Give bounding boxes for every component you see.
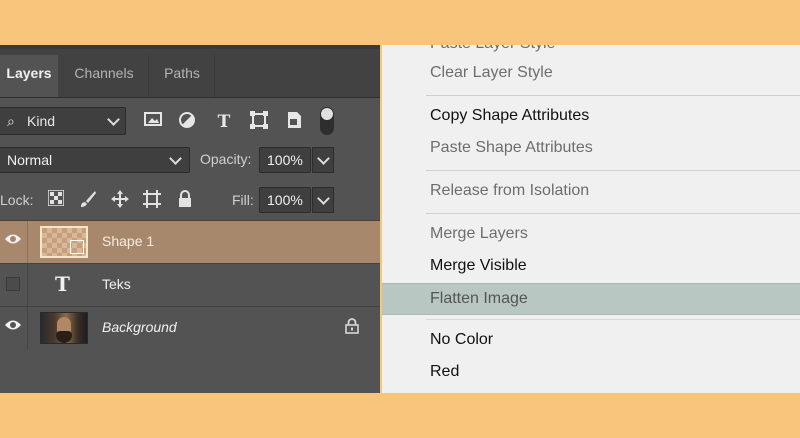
menu-separator [426, 319, 800, 320]
chevron-down-icon [169, 152, 182, 165]
layer-row-shape-1[interactable]: Shape 1 [0, 220, 380, 263]
visibility-checkbox[interactable] [6, 277, 20, 291]
layer-row-background[interactable]: Background [0, 306, 380, 349]
fill-label: Fill: [232, 192, 254, 208]
chevron-down-icon [317, 192, 330, 205]
opacity-dropdown-button[interactable] [312, 147, 334, 173]
filter-toggle[interactable] [320, 107, 334, 135]
blend-mode-select[interactable]: Normal [0, 147, 190, 173]
menu-item-label: Release from Isolation [430, 182, 590, 199]
visibility-divider [27, 221, 28, 263]
context-menu: Paste Layer Style Clear Layer Style Copy… [382, 45, 800, 393]
menu-item-paste-shape-attributes[interactable]: Paste Shape Attributes [382, 133, 800, 165]
menu-item-label: Merge Visible [430, 257, 527, 274]
lock-all-icon[interactable] [175, 190, 195, 210]
tab-layers[interactable]: Layers [0, 55, 58, 97]
shape-layer-filter-icon[interactable] [248, 111, 270, 133]
menu-separator [426, 95, 800, 96]
fill-input[interactable]: 100% [259, 187, 311, 213]
menu-item-copy-shape-attributes[interactable]: Copy Shape Attributes [382, 101, 800, 133]
screenshot: Layers Channels Paths ⌕ Kind T Normal Op… [0, 45, 800, 393]
type-layer-icon: T [55, 272, 70, 296]
menu-item-flatten-image[interactable]: Flatten Image [382, 283, 800, 315]
kind-filter-select[interactable]: ⌕ Kind [0, 107, 126, 135]
layer-name: Shape 1 [102, 233, 155, 249]
tab-paths[interactable]: Paths [150, 55, 215, 97]
menu-item-merge-visible[interactable]: Merge Visible [382, 251, 800, 283]
layer-name: Background [102, 319, 177, 335]
visibility-divider [27, 307, 28, 349]
menu-item-label: No Color [430, 331, 494, 348]
opacity-value: 100% [267, 152, 303, 168]
menu-item-clear-layer-style[interactable]: Clear Layer Style [382, 58, 800, 90]
smart-object-filter-icon[interactable] [283, 111, 305, 133]
layers-panel: Layers Channels Paths ⌕ Kind T Normal Op… [0, 45, 380, 393]
layers-list: Shape 1 T Teks Background [0, 220, 380, 349]
panel-tab-bar: Layers Channels Paths [0, 45, 380, 98]
blend-row: Normal Opacity: 100% [0, 145, 380, 175]
menu-item-label: Merge Layers [430, 225, 528, 242]
menu-separator [426, 170, 800, 171]
lock-transparent-pixels-icon[interactable] [46, 189, 66, 210]
blend-mode-value: Normal [7, 152, 53, 168]
lock-artboard-icon[interactable] [142, 190, 162, 210]
menu-item-red[interactable]: Red [382, 357, 800, 389]
search-icon: ⌕ [7, 113, 15, 129]
menu-item-label: Red [430, 363, 460, 380]
pixel-layer-filter-icon[interactable] [142, 111, 164, 133]
lock-label: Lock: [0, 192, 34, 208]
visibility-divider [27, 264, 28, 306]
layer-name: Teks [102, 276, 131, 292]
photo-beard [56, 331, 72, 343]
layer-row-teks[interactable]: T Teks [0, 263, 380, 306]
menu-item-release-from-isolation[interactable]: Release from Isolation [382, 176, 800, 208]
opacity-label: Opacity: [200, 151, 252, 167]
eye-icon[interactable] [3, 317, 23, 337]
type-layer-filter-icon[interactable]: T [213, 111, 235, 133]
opacity-input[interactable]: 100% [259, 147, 311, 173]
fill-dropdown-button[interactable] [312, 187, 334, 213]
layer-filter-row: ⌕ Kind T [0, 105, 380, 139]
fill-value: 100% [267, 192, 303, 208]
menu-item-no-color[interactable]: No Color [382, 325, 800, 357]
menu-item-label: Paste Shape Attributes [430, 139, 593, 156]
eye-icon[interactable] [3, 231, 23, 251]
lock-position-icon[interactable] [110, 190, 130, 210]
menu-item-label: Copy Shape Attributes [430, 107, 590, 124]
menu-separator [426, 213, 800, 214]
lock-image-pixels-icon[interactable] [78, 190, 98, 210]
menu-item-label: Paste Layer Style [430, 45, 555, 53]
chevron-down-icon [107, 113, 120, 126]
kind-filter-label: Kind [27, 113, 56, 129]
shape-layer-thumbnail [40, 226, 88, 258]
chevron-down-icon [317, 152, 330, 165]
vector-mask-icon [70, 240, 84, 254]
background-photo-thumbnail [40, 312, 88, 344]
menu-item-merge-layers[interactable]: Merge Layers [382, 219, 800, 251]
menu-item-label: Clear Layer Style [430, 64, 553, 81]
panel-top-strip [0, 45, 380, 49]
menu-item-label: Flatten Image [430, 290, 528, 307]
tab-channels[interactable]: Channels [60, 55, 149, 97]
lock-row: Lock: Fill: 100% [0, 185, 380, 217]
lock-icon [345, 318, 359, 338]
adjustment-layer-filter-icon[interactable] [176, 111, 198, 133]
filter-toggle-knob [321, 108, 333, 120]
